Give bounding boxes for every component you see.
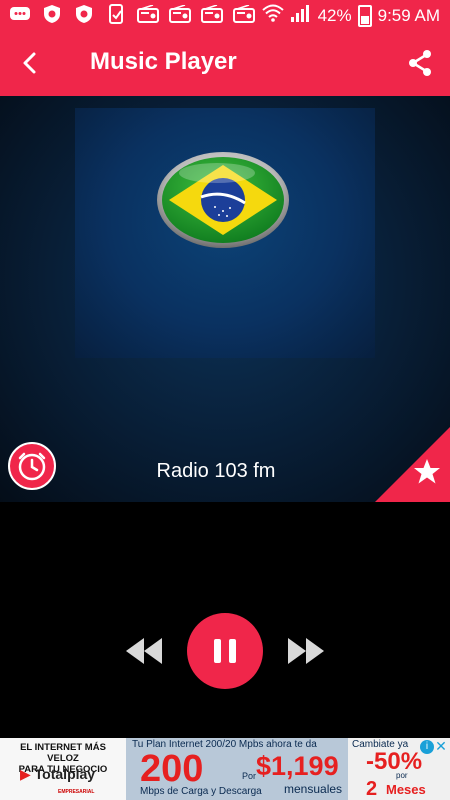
fast-forward-button[interactable] <box>286 636 326 666</box>
ad-offer-panel: Tu Plan Internet 200/20 Mpbs ahora te da… <box>126 738 348 800</box>
rewind-icon <box>126 638 162 664</box>
radio-icon <box>232 4 256 24</box>
chevron-left-icon <box>23 52 36 74</box>
favorite-button[interactable] <box>375 427 450 502</box>
phone-icon <box>104 4 128 24</box>
ad-banner[interactable]: EL INTERNET MÁS VELOZ PARA TU NEGOCIO ▶ … <box>0 738 450 800</box>
ad-brand-sub: EMPRESARIAL <box>58 789 95 795</box>
page-title: Music Player <box>90 48 237 75</box>
share-icon <box>409 50 431 76</box>
shield-icon <box>40 4 64 24</box>
wifi-icon <box>261 4 284 27</box>
ad-mbps: Mbps de Carga y Descarga <box>140 786 262 797</box>
shield-icon <box>72 4 96 24</box>
ad-months: Meses <box>386 782 426 797</box>
rewind-button[interactable] <box>124 636 164 666</box>
notification-icons <box>8 4 256 24</box>
ad-price: $1,199 <box>256 751 339 781</box>
radio-icon <box>168 4 192 24</box>
share-button[interactable] <box>404 47 436 79</box>
status-bar: 42% 9:59 AM <box>0 0 450 30</box>
ad-left-panel: EL INTERNET MÁS VELOZ PARA TU NEGOCIO ▶ … <box>0 738 126 800</box>
playback-controls <box>0 502 450 738</box>
radio-icon <box>136 4 160 24</box>
station-artwork <box>75 108 375 358</box>
ad-headline: EL INTERNET MÁS VELOZ <box>20 742 106 764</box>
app-toolbar: Music Player <box>0 30 450 96</box>
ad-months-num: 2 <box>366 778 378 800</box>
brand-mark-icon: ▶ <box>20 766 31 782</box>
back-button[interactable] <box>14 47 46 79</box>
ad-brand-logo: ▶ Totalplay <box>20 766 96 782</box>
ad-por2: por <box>396 771 408 780</box>
signal-icon <box>290 3 312 28</box>
player-hero: Radio 103 fm <box>0 96 450 502</box>
battery-percent: 42% <box>317 5 352 25</box>
ad-mensuales: mensuales <box>284 782 343 796</box>
ad-close-icon[interactable]: ✕ <box>434 739 448 753</box>
ad-por: Por <box>242 771 257 781</box>
ad-discount: -50% <box>366 748 423 775</box>
radio-icon <box>200 4 224 24</box>
ad-brand-name: Totalplay <box>34 766 96 782</box>
fast-forward-icon <box>288 638 324 664</box>
pause-button[interactable] <box>187 613 263 689</box>
ad-speed: 200 <box>140 748 204 790</box>
brazil-flag-icon <box>157 152 289 248</box>
battery-icon <box>357 4 372 27</box>
clock: 9:59 AM <box>377 5 440 25</box>
ad-info-icon[interactable]: i <box>420 740 434 754</box>
chat-icon <box>8 4 32 24</box>
pause-icon <box>214 639 236 663</box>
station-name: Radio 103 fm <box>156 460 276 482</box>
system-status: 42% 9:59 AM <box>261 3 440 28</box>
